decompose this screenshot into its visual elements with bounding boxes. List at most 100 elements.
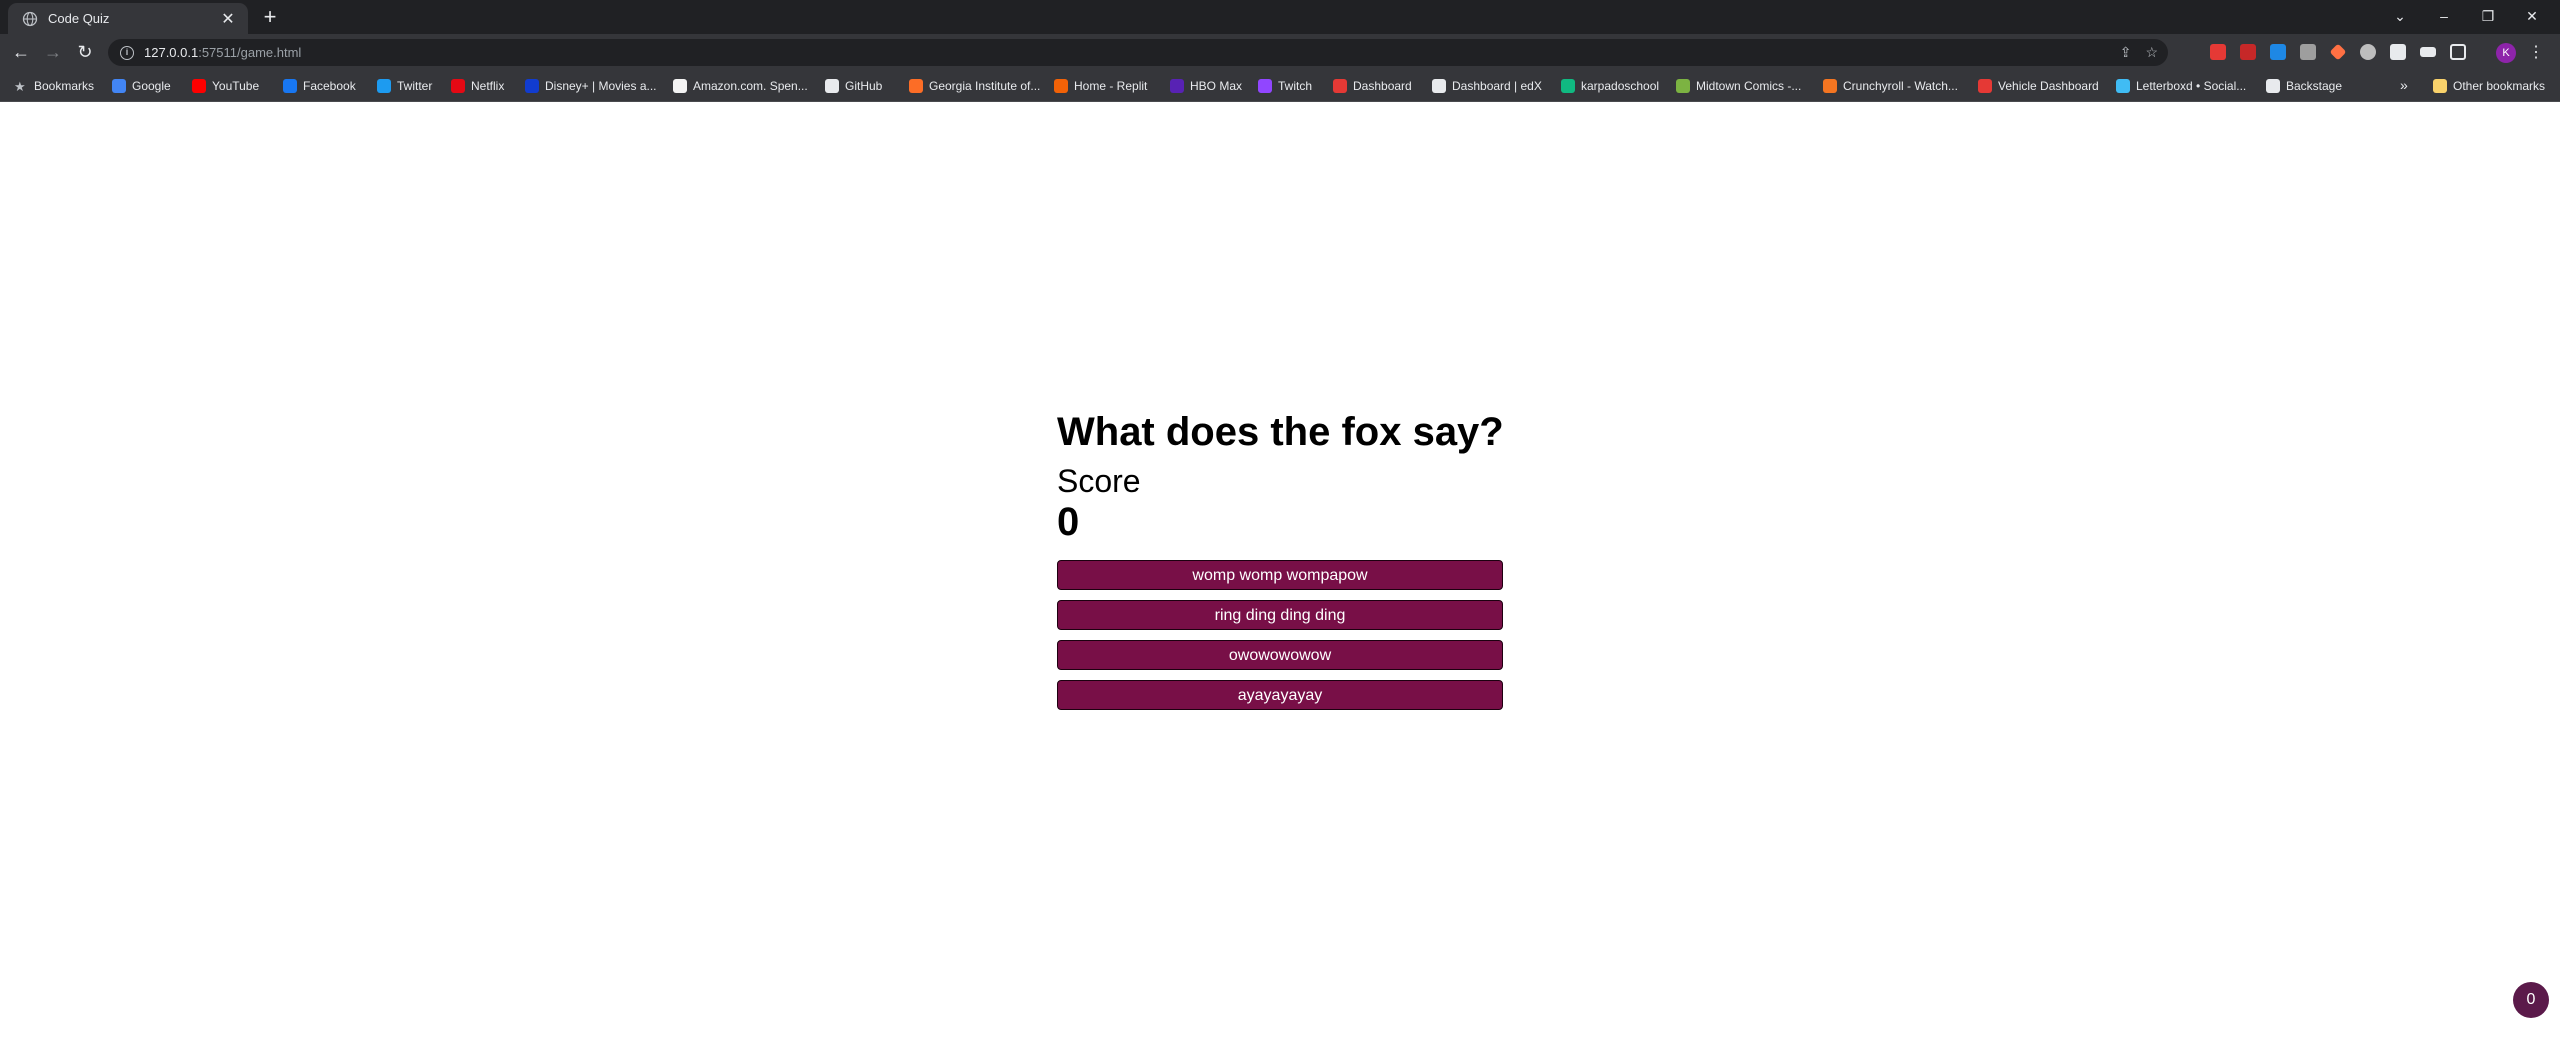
site-info-icon[interactable]: i [120, 45, 134, 60]
address-bar[interactable]: i 127.0.0.1:57511/game.html ⇪ ☆ [108, 39, 2168, 66]
extension-red-icon[interactable] [2210, 44, 2226, 60]
mail-extension-icon[interactable] [2240, 44, 2256, 60]
puzzle-extensions-icon[interactable] [2390, 44, 2406, 60]
midtown-icon [1676, 79, 1690, 93]
page-content: What does the fox say? Score 0 womp womp… [0, 103, 2560, 1050]
twitch-icon [1258, 79, 1272, 93]
other-bookmarks[interactable]: Other bookmarks [2433, 77, 2545, 95]
bookmark-item[interactable]: GitHub [825, 77, 882, 95]
extension-circle-icon[interactable] [2360, 44, 2376, 60]
bookmark-label: Netflix [471, 79, 505, 93]
bookmark-item[interactable]: YouTube [192, 77, 259, 95]
bookmark-star-icon[interactable]: ☆ [2145, 44, 2158, 61]
bookmark-item[interactable]: Twitch [1258, 77, 1312, 95]
netflix-icon [451, 79, 465, 93]
bookmark-item[interactable]: Amazon.com. Spen... [673, 77, 808, 95]
replit-icon [1054, 79, 1068, 93]
bookmark-label: Disney+ | Movies a... [545, 79, 657, 93]
bookmark-label: karpadoschool [1581, 79, 1660, 93]
bookmark-label: Crunchyroll - Watch... [1843, 79, 1958, 93]
quiz-container: What does the fox say? Score 0 womp womp… [1057, 408, 1504, 720]
bookmarks-overflow-icon[interactable]: » [2400, 77, 2408, 93]
browser-toolbar: ← → ↻ i 127.0.0.1:57511/game.html ⇪ ☆ K … [0, 34, 2560, 70]
reload-icon[interactable]: ↻ [73, 40, 97, 64]
extension-blue-icon[interactable] [2270, 44, 2286, 60]
bookmark-item[interactable]: ★ Bookmarks [14, 77, 94, 95]
backstage-icon [2266, 79, 2280, 93]
forward-arrow-icon[interactable]: → [41, 40, 65, 64]
corner-badge[interactable]: 0 [2513, 982, 2549, 1018]
url-path: :57511/game.html [198, 45, 302, 60]
disney-icon [525, 79, 539, 93]
answer-button[interactable]: ring ding ding ding [1057, 600, 1503, 630]
bookmark-item[interactable]: Dashboard | edX [1432, 77, 1542, 95]
bookmark-item[interactable]: Dashboard [1333, 77, 1412, 95]
github-icon [825, 79, 839, 93]
bookmark-item[interactable]: HBO Max [1170, 77, 1242, 95]
bookmark-label: Twitch [1278, 79, 1313, 93]
bookmark-item[interactable]: Georgia Institute of... [909, 77, 1040, 95]
google-icon [112, 79, 126, 93]
bookmark-label: Georgia Institute of... [929, 79, 1041, 93]
more-menu-icon[interactable]: ⋮ [2528, 42, 2544, 62]
bookmark-item[interactable]: Letterboxd • Social... [2116, 77, 2246, 95]
bookmark-label: Twitter [397, 79, 433, 93]
answer-button[interactable]: owowowowow [1057, 640, 1503, 670]
bookmark-label: Amazon.com. Spen... [693, 79, 808, 93]
tab-search-icon[interactable]: ⌄ [2380, 4, 2420, 28]
bookmark-item[interactable]: Home - Replit [1054, 77, 1147, 95]
share-icon[interactable]: ⇪ [2120, 44, 2132, 61]
hbomax-icon [1170, 79, 1184, 93]
new-tab-button[interactable]: + [258, 5, 282, 29]
bookmark-item[interactable]: Google [112, 77, 171, 95]
close-tab-icon[interactable]: ✕ [218, 9, 238, 29]
bookmark-item[interactable]: Disney+ | Movies a... [525, 77, 657, 95]
crunchyroll-icon [1823, 79, 1837, 93]
tab-title: Code Quiz [48, 11, 110, 26]
bookmark-label: Midtown Comics -... [1696, 79, 1802, 93]
side-panel-icon[interactable] [2450, 44, 2466, 60]
bookmark-item[interactable]: Netflix [451, 77, 504, 95]
bookmark-item[interactable]: karpadoschool [1561, 77, 1659, 95]
bookmark-label: Vehicle Dashboard [1998, 79, 2099, 93]
bookmark-label: HBO Max [1190, 79, 1243, 93]
bookmark-label: Letterboxd • Social... [2136, 79, 2247, 93]
tab-code-quiz[interactable]: Code Quiz ✕ [8, 3, 248, 34]
bookmark-item[interactable]: Vehicle Dashboard [1978, 77, 2099, 95]
bookmark-item[interactable]: Facebook [283, 77, 356, 95]
bookmark-item[interactable]: Backstage [2266, 77, 2342, 95]
bookmark-label: YouTube [212, 79, 260, 93]
url-host: 127.0.0.1 [144, 45, 199, 60]
vehicle-icon [1978, 79, 1992, 93]
extension-diamond-icon[interactable] [2329, 43, 2347, 61]
bookmark-item[interactable]: Crunchyroll - Watch... [1823, 77, 1958, 95]
amazon-icon [673, 79, 687, 93]
reading-list-icon[interactable] [2420, 47, 2436, 57]
answer-button[interactable]: womp womp wompapow [1057, 560, 1503, 590]
answer-list: womp womp wompapow ring ding ding ding o… [1057, 560, 1503, 710]
bookmark-label: GitHub [845, 79, 883, 93]
profile-avatar[interactable]: K [2496, 43, 2516, 63]
restore-button[interactable]: ❐ [2468, 4, 2508, 28]
bookmark-label: Home - Replit [1074, 79, 1148, 93]
back-arrow-icon[interactable]: ← [9, 40, 33, 64]
extension-gray-icon[interactable] [2300, 44, 2316, 60]
bookmark-label: Bookmarks [34, 79, 95, 93]
close-window-button[interactable]: ✕ [2512, 4, 2552, 28]
folder-icon [2433, 79, 2447, 93]
answer-button[interactable]: ayayayayay [1057, 680, 1503, 710]
score-value: 0 [1057, 500, 1080, 544]
question-heading: What does the fox say? [1057, 410, 1504, 454]
karpado-icon [1561, 79, 1575, 93]
bookmarks-bar: » Other bookmarks ★ Bookmarks Google YouTub… [0, 70, 2560, 102]
tab-strip: Code Quiz ✕ + ⌄ – ❐ ✕ [0, 0, 2560, 34]
minimize-button[interactable]: – [2424, 4, 2464, 28]
bookmark-label: Backstage [2286, 79, 2343, 93]
bookmark-label: Dashboard | edX [1452, 79, 1542, 93]
bookmark-item[interactable]: Twitter [377, 77, 432, 95]
extensions-area [2210, 43, 2466, 61]
star-icon: ★ [14, 79, 26, 94]
other-bookmarks-label: Other bookmarks [2453, 79, 2546, 93]
bookmark-item[interactable]: Midtown Comics -... [1676, 77, 1801, 95]
dashboard-icon [1333, 79, 1347, 93]
